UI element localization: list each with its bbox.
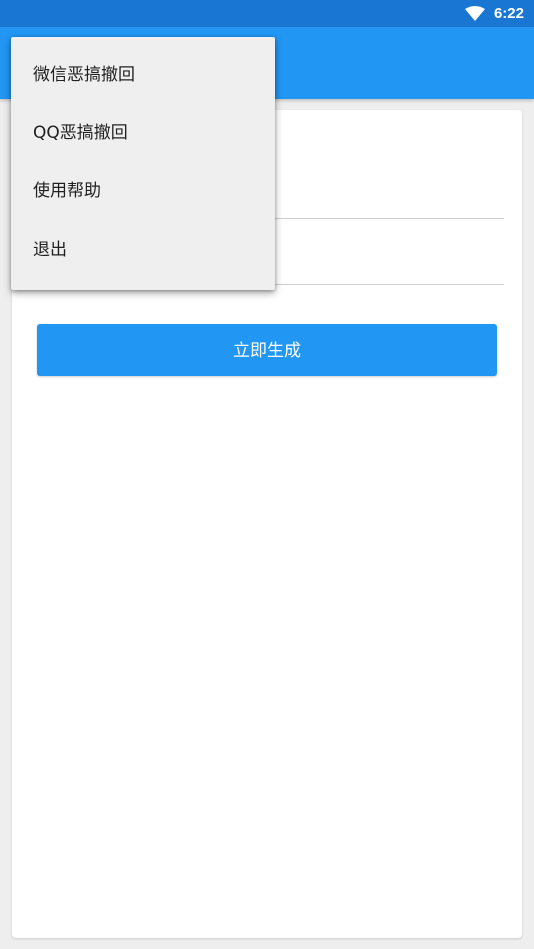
menu-item-help[interactable]: 使用帮助 [11,162,275,220]
wifi-icon [465,6,485,21]
status-time: 6:22 [493,5,524,22]
generate-button[interactable]: 立即生成 [37,324,497,376]
menu-item-qq-prank-recall[interactable]: QQ恶搞撤回 [11,104,275,162]
menu-item-wechat-prank-recall[interactable]: 微信恶搞撤回 [11,46,275,104]
status-bar: 6:22 [0,0,534,27]
menu-item-exit[interactable]: 退出 [11,221,275,279]
overflow-menu: 微信恶搞撤回 QQ恶搞撤回 使用帮助 退出 [11,37,275,290]
